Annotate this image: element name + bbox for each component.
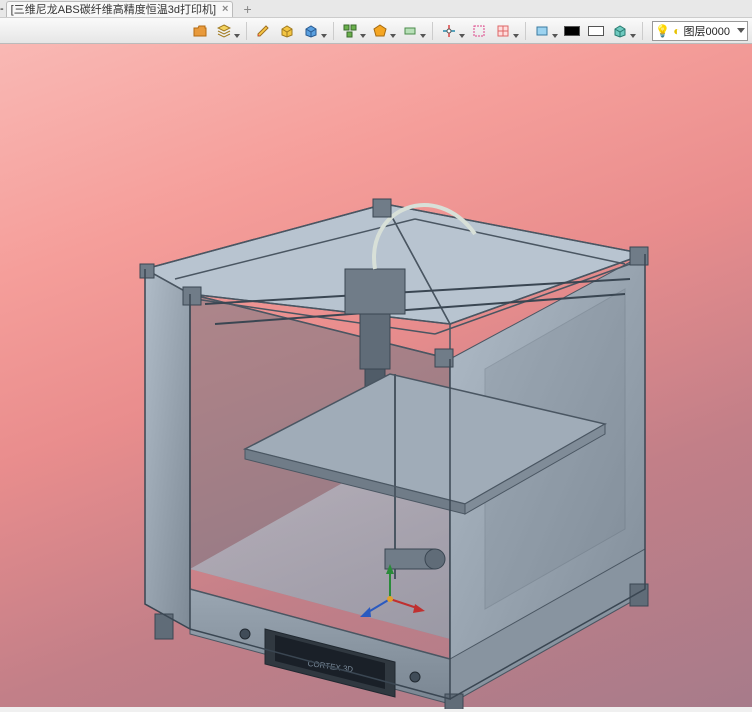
plane-icon[interactable] (399, 21, 427, 41)
add-tab-button[interactable]: + (239, 1, 255, 17)
assembly-icon[interactable] (339, 21, 367, 41)
box-yellow-icon[interactable] (276, 21, 298, 41)
chevron-down-icon (737, 28, 745, 33)
polygon-icon[interactable] (369, 21, 397, 41)
separator (246, 22, 247, 40)
pencil-icon[interactable] (252, 21, 274, 41)
model-3d-printer: CORTEX 3D (135, 149, 655, 709)
viewport-3d[interactable]: CORTEX 3D (0, 44, 752, 707)
folder-open-icon[interactable] (189, 21, 211, 41)
separator (333, 22, 334, 40)
tab-title: [三维尼龙ABS碳纤维高精度恒温3d打印机] (11, 1, 216, 17)
sun-icon: ◐ (673, 24, 680, 38)
separator (432, 22, 433, 40)
box-teal-icon[interactable] (609, 21, 637, 41)
lightbulb-icon: 💡 (655, 24, 670, 38)
box-blue-icon[interactable] (300, 21, 328, 41)
tab-prefix: - (0, 3, 4, 15)
separator (642, 22, 643, 40)
fill-black-icon[interactable] (561, 21, 583, 41)
document-tab[interactable]: [三维尼龙ABS碳纤维高精度恒温3d打印机] × (6, 1, 234, 17)
layers-stack-icon[interactable] (213, 21, 241, 41)
separator (525, 22, 526, 40)
close-tab-icon[interactable]: × (222, 3, 228, 15)
view-icon[interactable] (531, 21, 559, 41)
select-icon[interactable] (468, 21, 490, 41)
layer-name: 图层0000 (684, 23, 732, 39)
axis-icon[interactable] (438, 21, 466, 41)
layer-selector[interactable]: 💡 ◐ 图层0000 (652, 21, 748, 41)
grid-icon[interactable] (492, 21, 520, 41)
tab-bar: - [三维尼龙ABS碳纤维高精度恒温3d打印机] × + (0, 0, 752, 18)
fill-white-icon[interactable] (585, 21, 607, 41)
toolbar: 💡 ◐ 图层0000 (0, 18, 752, 44)
